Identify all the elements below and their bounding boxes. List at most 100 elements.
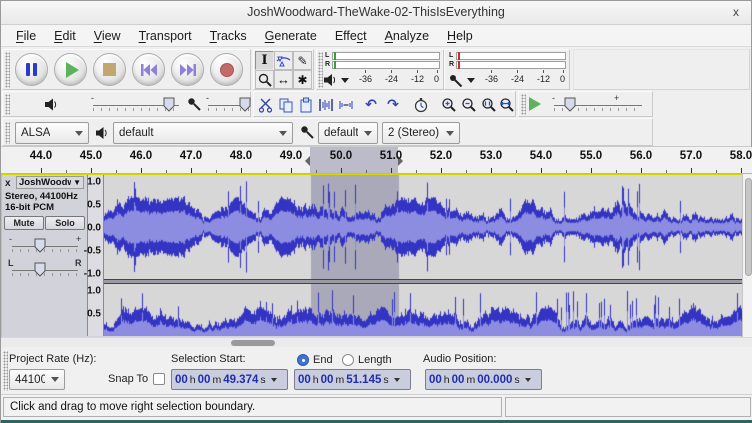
zoom-in-button[interactable] (440, 96, 458, 114)
copy-button[interactable] (277, 96, 295, 114)
project-rate-combo[interactable]: 44100 (9, 369, 65, 390)
playback-device-combo[interactable]: default (113, 122, 293, 144)
time-field-dropdown-icon[interactable] (271, 378, 277, 382)
undo-button[interactable]: ↶ (362, 95, 380, 113)
ruler-label: 52.0 (430, 150, 452, 162)
title-bar[interactable]: JoshWoodward-TheWake-02-ThisIsEverything… (1, 1, 751, 25)
solo-button[interactable]: Solo (45, 216, 85, 230)
ruler-label: 47.0 (180, 150, 202, 162)
pan-slider-thumb[interactable] (34, 262, 46, 277)
track-close-button[interactable]: x (5, 178, 11, 189)
length-radio[interactable] (342, 354, 354, 366)
record-button[interactable] (210, 53, 243, 86)
vruler-label: 1.0 (87, 286, 101, 297)
audio-position-field[interactable]: 00h 00m 00.000s (425, 369, 542, 390)
meter-scale-label: -12 (537, 74, 550, 84)
audio-host-combo[interactable]: ALSA (15, 122, 89, 144)
zoom-tool-button[interactable] (255, 70, 274, 89)
playback-meter-grip[interactable] (318, 52, 323, 88)
status-bar: Click and drag to move right selection b… (1, 395, 752, 420)
menu-bar: File Edit View Transport Tracks Generate… (1, 25, 751, 47)
envelope-tool-button[interactable] (274, 51, 293, 70)
vertical-scrollbar-thumb[interactable] (745, 178, 752, 276)
gain-slider-thumb[interactable] (34, 238, 46, 253)
zoom-toggle-button[interactable] (412, 96, 430, 114)
selection-left-handle[interactable] (305, 156, 310, 166)
draw-tool-button[interactable]: ✎ (293, 51, 312, 70)
trim-icon (318, 97, 334, 113)
play-button[interactable] (54, 53, 87, 86)
skip-to-end-button[interactable] (171, 53, 204, 86)
recording-meter-left-bar[interactable] (456, 52, 566, 60)
end-radio[interactable] (297, 354, 309, 366)
input-volume-slider-thumb[interactable] (239, 97, 251, 112)
fit-project-button[interactable] (498, 96, 516, 114)
multi-tool-button[interactable]: ✱ (293, 70, 312, 89)
snap-to-checkbox[interactable] (153, 373, 165, 385)
menu-edit[interactable]: Edit (45, 27, 85, 45)
playback-meter-left-bar[interactable] (332, 52, 440, 60)
playback-meter-dropdown[interactable] (341, 78, 349, 83)
horizontal-scrollbar-thumb[interactable] (231, 340, 275, 346)
track-format-line1: Stereo, 44100Hz (5, 191, 78, 202)
recording-device-combo[interactable]: default (318, 122, 378, 144)
fit-selection-button[interactable] (480, 96, 498, 114)
cut-button[interactable] (257, 96, 275, 114)
waveform-left-channel[interactable] (104, 175, 743, 279)
selection-toolbar-grip[interactable] (3, 351, 8, 391)
menu-tracks[interactable]: Tracks (201, 27, 256, 45)
menu-transport[interactable]: Transport (130, 27, 201, 45)
pause-button[interactable] (15, 53, 48, 86)
skip-to-start-button[interactable] (132, 53, 165, 86)
ruler-label: 48.0 (230, 150, 252, 162)
silence-selection-button[interactable] (337, 96, 355, 114)
time-shift-tool-button[interactable]: ↔ (274, 70, 293, 89)
ruler-label: 45.0 (80, 150, 102, 162)
toolbar-dock: I ✎ ↔ ✱ L R -36 -24 -12 0 (1, 47, 751, 147)
time-field-dropdown-icon[interactable] (525, 378, 531, 382)
stop-button[interactable] (93, 53, 126, 86)
chevron-down-icon (446, 131, 454, 136)
zoom-out-button[interactable] (460, 96, 478, 114)
menu-analyze[interactable]: Analyze (376, 27, 438, 45)
menu-help[interactable]: Help (438, 27, 482, 45)
undo-icon: ↶ (365, 96, 377, 112)
menu-generate[interactable]: Generate (256, 27, 326, 45)
selection-start-field[interactable]: 00h 00m 49.374s (171, 369, 288, 390)
track-menu-dropdown-icon[interactable]: ▼ (73, 178, 81, 187)
recording-meter-right-bar[interactable] (456, 61, 566, 69)
microphone-icon (300, 125, 314, 139)
play-at-speed-button[interactable] (529, 97, 541, 111)
play-at-speed-grip[interactable] (521, 94, 526, 115)
paste-button[interactable] (297, 96, 315, 114)
track-title-box[interactable]: JoshWoodwa ▼ (16, 176, 84, 189)
playback-meter-right-bar[interactable] (332, 61, 440, 69)
output-volume-slider-thumb[interactable] (163, 97, 175, 112)
device-toolbar-grip[interactable] (5, 122, 10, 144)
time-field-dropdown-icon[interactable] (394, 378, 400, 382)
selection-end-field[interactable]: 00h 00m 51.145s (294, 369, 411, 390)
timeline-ruler[interactable]: 44.045.046.047.048.049.050.051.052.053.0… (1, 147, 752, 174)
recording-meter-dropdown[interactable] (467, 78, 475, 83)
menu-file[interactable]: File (7, 27, 45, 45)
track-format-line2: 16-bit PCM (5, 202, 54, 213)
mute-button[interactable]: Mute (4, 216, 44, 230)
redo-button[interactable]: ↷ (384, 95, 402, 113)
ruler-tick (191, 168, 192, 173)
ruler-label: 50.0 (330, 150, 352, 162)
vertical-scrollbar[interactable] (742, 174, 752, 337)
play-speed-slider-thumb[interactable] (564, 97, 576, 112)
horizontal-scrollbar[interactable] (1, 337, 752, 347)
menu-effect[interactable]: Effect (326, 27, 376, 45)
ruler-tick (541, 168, 542, 173)
trim-outside-selection-button[interactable] (317, 96, 335, 114)
vertical-ruler[interactable]: 1.0 0.5 0.0 -0.5 -1.0 1.0 0.5 (88, 175, 104, 336)
mixer-toolbar-grip[interactable] (5, 94, 10, 115)
recording-channels-combo[interactable]: 2 (Stereo) Ir (382, 122, 460, 144)
ruler-tick (341, 168, 342, 173)
transport-toolbar-grip[interactable] (5, 52, 10, 88)
waveform-right-channel[interactable] (104, 284, 743, 336)
close-window-button[interactable]: x (733, 5, 739, 19)
selection-tool-button[interactable]: I (255, 51, 274, 70)
menu-view[interactable]: View (85, 27, 130, 45)
